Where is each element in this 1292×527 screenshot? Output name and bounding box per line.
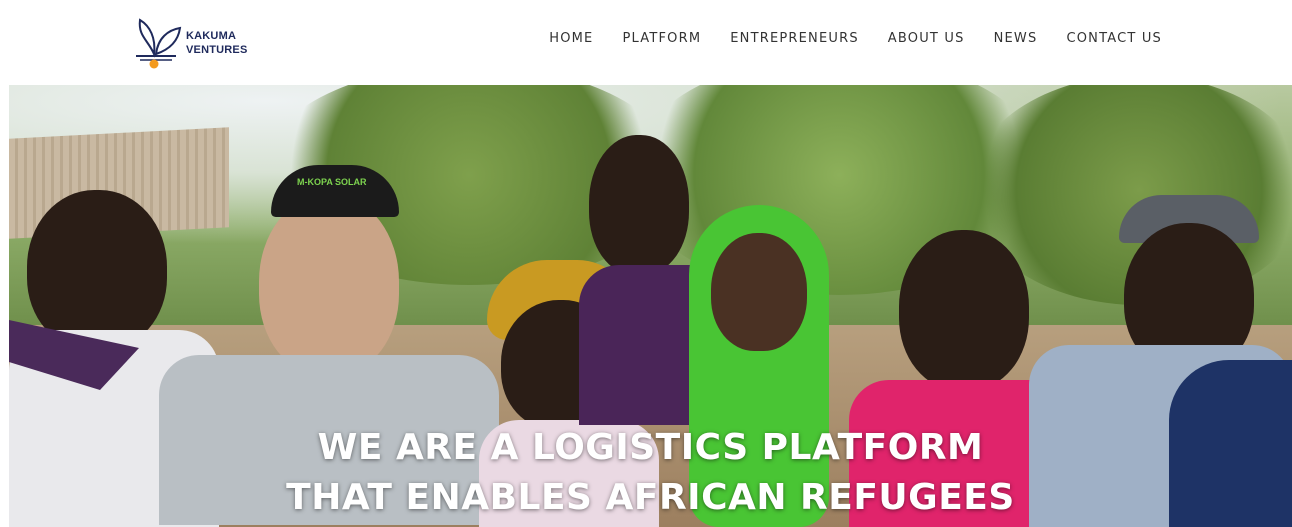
nav-platform[interactable]: PLATFORM (622, 31, 701, 46)
nav-entrepreneurs[interactable]: ENTREPRENEURS (730, 31, 859, 46)
hero-banner: M-KOPA SOLAR WE ARE A LOGISTICS PLATFORM… (9, 85, 1292, 527)
nav-contact-us[interactable]: CONTACT US (1066, 31, 1162, 46)
cap-logo-text: M-KOPA SOLAR (297, 177, 367, 187)
hero-headline-line1: WE ARE A LOGISTICS PLATFORM (317, 427, 984, 468)
hero-headline-line2: THAT ENABLES AFRICAN REFUGEES (286, 477, 1015, 518)
brand-name: KAKUMA VENTURES (186, 29, 248, 57)
nav-about-us[interactable]: ABOUT US (888, 31, 965, 46)
brand-logo[interactable]: KAKUMA VENTURES (134, 10, 254, 70)
nav-home[interactable]: HOME (549, 31, 593, 46)
main-navigation: HOME PLATFORM ENTREPRENEURS ABOUT US NEW… (520, 31, 1162, 46)
brand-name-line1: KAKUMA (186, 30, 237, 42)
person-with-cap: M-KOPA SOLAR (159, 165, 499, 525)
brand-name-line2: VENTURES (186, 44, 248, 56)
nav-news[interactable]: NEWS (994, 31, 1038, 46)
sprout-logo-icon (136, 18, 182, 69)
site-header: KAKUMA VENTURES HOME PLATFORM ENTREPRENE… (0, 0, 1292, 85)
cap-icon (271, 165, 399, 217)
